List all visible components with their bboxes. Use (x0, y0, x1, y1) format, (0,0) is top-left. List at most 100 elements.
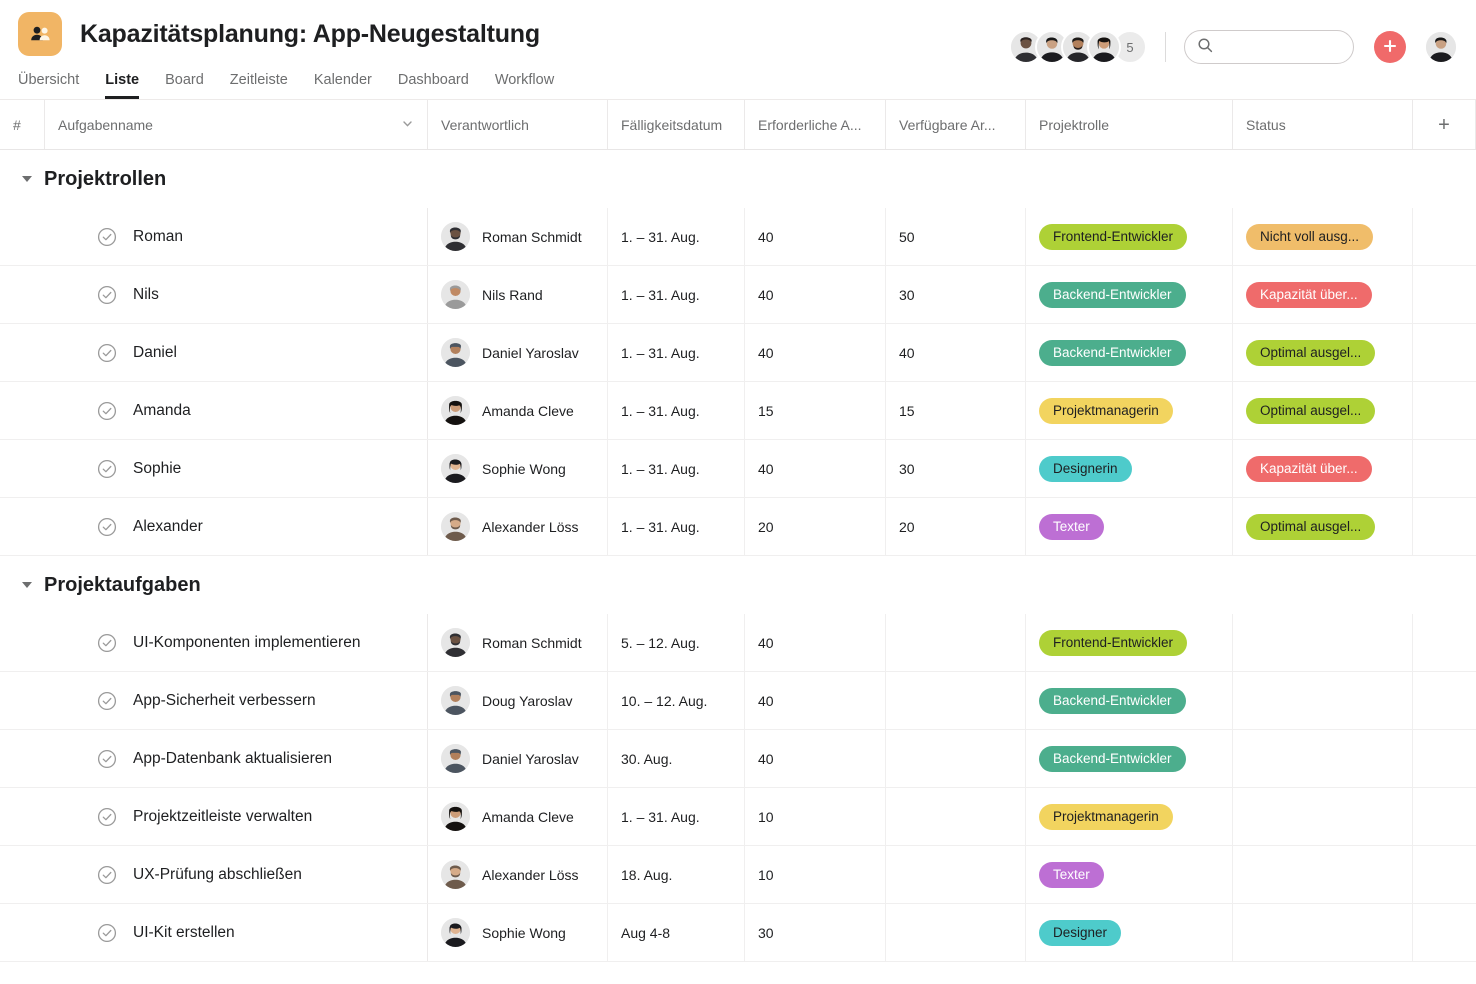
available-hours-cell[interactable] (886, 614, 1026, 671)
status-badge[interactable]: Optimal ausgel... (1246, 339, 1376, 366)
complete-task-icon[interactable] (97, 517, 117, 537)
complete-task-icon[interactable] (97, 749, 117, 769)
assignee-cell[interactable]: Daniel Yaroslav (428, 324, 608, 381)
add-task-button[interactable] (1374, 31, 1406, 63)
task-name-cell[interactable]: App-Sicherheit verbessern (45, 672, 428, 729)
avatar[interactable] (1087, 30, 1121, 64)
task-name-cell[interactable]: UX-Prüfung abschließen (45, 846, 428, 903)
status-cell[interactable]: Nicht voll ausg... (1233, 208, 1413, 265)
tab--bersicht[interactable]: Übersicht (18, 72, 79, 99)
column-header-req[interactable]: Erforderliche A... (745, 100, 886, 149)
complete-task-icon[interactable] (97, 343, 117, 363)
collapse-caret-icon[interactable] (22, 582, 32, 588)
complete-task-icon[interactable] (97, 401, 117, 421)
column-header-status[interactable]: Status (1233, 100, 1413, 149)
column-header-avail[interactable]: Verfügbare Ar... (886, 100, 1026, 149)
assignee-cell[interactable]: Amanda Cleve (428, 788, 608, 845)
table-row[interactable]: Sophie Sophie Wong 1. – 31. Aug. 40 30 Design… (0, 440, 1476, 498)
tab-workflow[interactable]: Workflow (495, 72, 554, 99)
status-badge[interactable]: Kapazität über... (1246, 455, 1372, 482)
project-role-cell[interactable]: Frontend-Entwickler (1026, 208, 1233, 265)
tab-kalender[interactable]: Kalender (314, 72, 372, 99)
project-role-pill[interactable]: Backend-Entwickler (1039, 281, 1186, 308)
complete-task-icon[interactable] (97, 633, 117, 653)
table-row[interactable]: Projektzeitleiste verwalten Amanda Cleve 1… (0, 788, 1476, 846)
required-hours-cell[interactable]: 40 (745, 208, 886, 265)
search-input[interactable] (1220, 39, 1341, 55)
task-name-cell[interactable]: UI-Komponenten implementieren (45, 614, 428, 671)
complete-task-icon[interactable] (97, 807, 117, 827)
assignee-cell[interactable]: Sophie Wong (428, 440, 608, 497)
due-date-cell[interactable]: 18. Aug. (608, 846, 745, 903)
table-row[interactable]: UI-Komponenten implementieren Roman Schmi… (0, 614, 1476, 672)
assignee-cell[interactable]: Alexander Löss (428, 498, 608, 555)
task-name-cell[interactable]: Roman (45, 208, 428, 265)
project-role-pill[interactable]: Backend-Entwickler (1039, 339, 1186, 366)
due-date-cell[interactable]: 30. Aug. (608, 730, 745, 787)
project-role-pill[interactable]: Backend-Entwickler (1039, 745, 1186, 772)
required-hours-cell[interactable]: 10 (745, 846, 886, 903)
tab-zeitleiste[interactable]: Zeitleiste (230, 72, 288, 99)
table-row[interactable]: Nils Nils Rand 1. – 31. Aug. 40 30 Backend-En… (0, 266, 1476, 324)
status-cell[interactable] (1233, 788, 1413, 845)
assignee-cell[interactable]: Roman Schmidt (428, 208, 608, 265)
task-name-cell[interactable]: Projektzeitleiste verwalten (45, 788, 428, 845)
available-hours-cell[interactable] (886, 672, 1026, 729)
column-header-name[interactable]: Aufgabenname (45, 100, 428, 149)
search-box[interactable] (1184, 30, 1354, 64)
status-cell[interactable]: Optimal ausgel... (1233, 382, 1413, 439)
assignee-cell[interactable]: Alexander Löss (428, 846, 608, 903)
status-badge[interactable]: Optimal ausgel... (1246, 397, 1376, 424)
task-name-cell[interactable]: App-Datenbank aktualisieren (45, 730, 428, 787)
status-cell[interactable] (1233, 846, 1413, 903)
project-role-cell[interactable]: Backend-Entwickler (1026, 730, 1233, 787)
complete-task-icon[interactable] (97, 923, 117, 943)
available-hours-cell[interactable]: 20 (886, 498, 1026, 555)
complete-task-icon[interactable] (97, 691, 117, 711)
project-role-cell[interactable]: Frontend-Entwickler (1026, 614, 1233, 671)
due-date-cell[interactable]: 5. – 12. Aug. (608, 614, 745, 671)
column-header-add[interactable]: + (1413, 100, 1476, 149)
required-hours-cell[interactable]: 30 (745, 904, 886, 961)
project-role-pill[interactable]: Texter (1039, 513, 1104, 540)
project-role-cell[interactable]: Backend-Entwickler (1026, 324, 1233, 381)
column-header-owner[interactable]: Verantwortlich (428, 100, 608, 149)
due-date-cell[interactable]: 1. – 31. Aug. (608, 788, 745, 845)
required-hours-cell[interactable]: 40 (745, 672, 886, 729)
task-name-cell[interactable]: UI-Kit erstellen (45, 904, 428, 961)
project-role-cell[interactable]: Designer (1026, 904, 1233, 961)
status-cell[interactable] (1233, 614, 1413, 671)
table-row[interactable]: Roman Roman Schmidt 1. – 31. Aug. 40 50 Front… (0, 208, 1476, 266)
tab-board[interactable]: Board (165, 72, 204, 99)
assignee-cell[interactable]: Amanda Cleve (428, 382, 608, 439)
project-role-pill[interactable]: Frontend-Entwickler (1039, 223, 1188, 250)
table-row[interactable]: Daniel Daniel Yaroslav 1. – 31. Aug. 40 40 Ba… (0, 324, 1476, 382)
required-hours-cell[interactable]: 15 (745, 382, 886, 439)
column-header-date[interactable]: Fälligkeitsdatum (608, 100, 745, 149)
column-header-role[interactable]: Projektrolle (1026, 100, 1233, 149)
status-badge[interactable]: Kapazität über... (1246, 281, 1372, 308)
available-hours-cell[interactable]: 40 (886, 324, 1026, 381)
task-name-cell[interactable]: Nils (45, 266, 428, 323)
project-role-pill[interactable]: Texter (1039, 861, 1104, 888)
column-header-num[interactable]: # (0, 100, 45, 149)
required-hours-cell[interactable]: 10 (745, 788, 886, 845)
due-date-cell[interactable]: Aug 4-8 (608, 904, 745, 961)
project-role-pill[interactable]: Designerin (1039, 455, 1132, 482)
available-hours-cell[interactable]: 50 (886, 208, 1026, 265)
assignee-cell[interactable]: Sophie Wong (428, 904, 608, 961)
table-row[interactable]: UI-Kit erstellen Sophie Wong Aug 4-8 30 Desi… (0, 904, 1476, 962)
available-hours-cell[interactable]: 30 (886, 266, 1026, 323)
available-hours-cell[interactable] (886, 730, 1026, 787)
due-date-cell[interactable]: 10. – 12. Aug. (608, 672, 745, 729)
required-hours-cell[interactable]: 40 (745, 266, 886, 323)
project-role-cell[interactable]: Backend-Entwickler (1026, 672, 1233, 729)
current-user-avatar[interactable] (1424, 30, 1458, 64)
status-cell[interactable] (1233, 672, 1413, 729)
assignee-cell[interactable]: Doug Yaroslav (428, 672, 608, 729)
task-name-cell[interactable]: Alexander (45, 498, 428, 555)
add-column-icon[interactable]: + (1438, 115, 1450, 135)
task-name-cell[interactable]: Daniel (45, 324, 428, 381)
available-hours-cell[interactable] (886, 904, 1026, 961)
table-row[interactable]: Amanda Amanda Cleve 1. – 31. Aug. 15 15 Proje… (0, 382, 1476, 440)
